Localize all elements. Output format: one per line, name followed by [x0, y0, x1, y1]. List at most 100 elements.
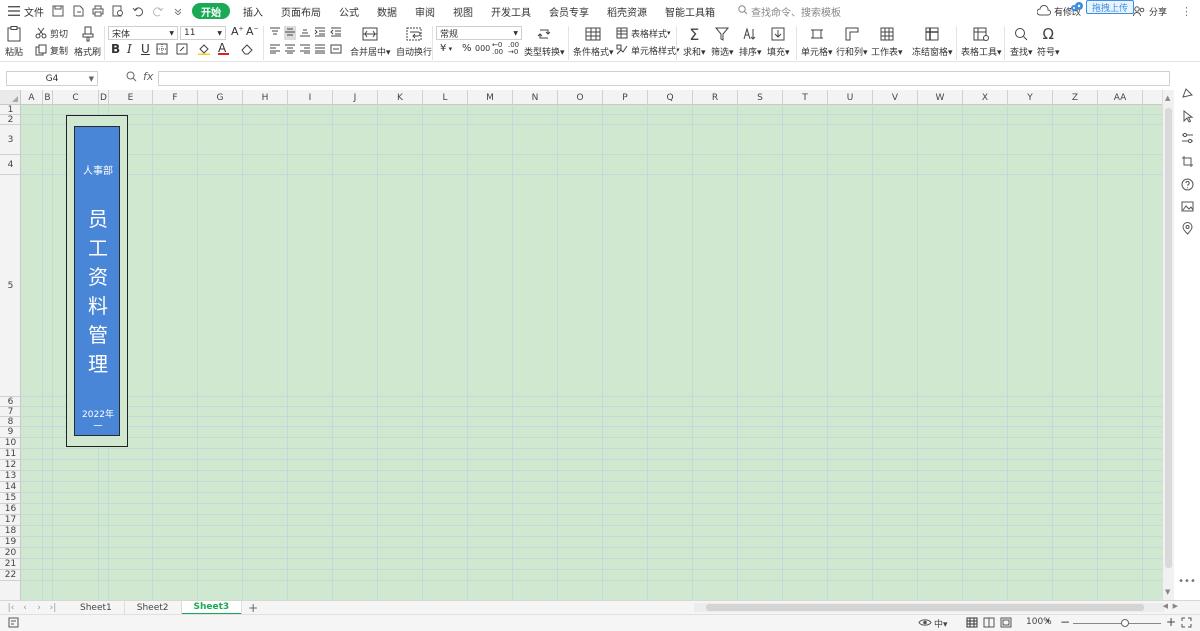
column-header[interactable]: F [153, 90, 198, 105]
column-header[interactable]: T [783, 90, 828, 105]
decrease-font-icon[interactable]: A− [246, 25, 259, 38]
eye-protection-icon[interactable] [918, 617, 932, 628]
number-format-select[interactable]: 常规 ▼ [436, 26, 522, 40]
vertical-scrollbar[interactable]: ▲ ▼ [1162, 90, 1174, 600]
formula-input[interactable] [158, 71, 1170, 86]
ribbon-tab-4[interactable]: 数据 [368, 0, 406, 22]
column-header[interactable]: A [21, 90, 43, 105]
merge-center-button[interactable]: 合并居中▾ [350, 24, 391, 58]
row-header[interactable]: 1 [0, 105, 21, 115]
column-header[interactable]: P [603, 90, 648, 105]
indent-icon[interactable] [314, 26, 326, 40]
paste-button[interactable]: 粘贴 [4, 24, 24, 58]
row-header[interactable]: 13 [0, 471, 21, 482]
style-icon[interactable] [1179, 84, 1195, 100]
row-header[interactable]: 16 [0, 504, 21, 515]
sum-button[interactable]: Σ 求和▾ [683, 24, 706, 59]
percent-button[interactable]: % [462, 43, 472, 54]
zoom-slider-track[interactable] [1073, 619, 1161, 627]
row-header[interactable]: 3 [0, 125, 21, 155]
fullscreen-icon[interactable] [1181, 617, 1192, 628]
next-sheet-icon[interactable]: › [32, 603, 46, 613]
outdent-icon[interactable] [330, 26, 342, 40]
conditional-format-button[interactable]: 条件格式▾ [573, 24, 614, 58]
horizontal-scrollbar[interactable] [694, 603, 1164, 612]
vertical-scroll-thumb[interactable] [1165, 108, 1172, 568]
save-icon[interactable] [50, 3, 66, 19]
upload-button[interactable]: 拖拽上传 [1086, 0, 1134, 14]
row-header[interactable]: 21 [0, 559, 21, 570]
increase-font-icon[interactable]: A+ [231, 25, 244, 38]
zoom-in-button[interactable]: + [1166, 615, 1176, 629]
help-icon[interactable] [1179, 176, 1195, 192]
print-icon[interactable] [90, 3, 106, 19]
cover-card[interactable]: 人事部 员工资料管理 2022年 一 [74, 126, 120, 436]
column-header[interactable]: U [828, 90, 873, 105]
align-top-icon[interactable] [269, 26, 281, 40]
row-header[interactable]: 19 [0, 537, 21, 548]
copy-button[interactable]: 复制 [34, 43, 68, 57]
row-header[interactable]: 17 [0, 515, 21, 526]
ribbon-tab-0[interactable]: 开始 [192, 3, 230, 19]
column-header[interactable]: H [243, 90, 288, 105]
zoom-slider-thumb[interactable] [1120, 619, 1129, 627]
justify-icon[interactable] [314, 43, 326, 57]
zoom-search-icon[interactable] [126, 71, 137, 85]
zoom-out-button[interactable]: − [1060, 615, 1070, 629]
ribbon-tab-8[interactable]: 会员专享 [540, 0, 598, 22]
worksheet-button[interactable]: 工作表▾ [871, 24, 903, 58]
row-header[interactable]: 15 [0, 493, 21, 504]
scroll-right-icon[interactable]: ▶ [1173, 602, 1178, 610]
page-layout-view-icon[interactable] [1000, 617, 1012, 628]
more-options-icon[interactable]: ⋮ [1181, 5, 1192, 18]
print-preview-icon[interactable] [110, 3, 126, 19]
column-header[interactable]: I [288, 90, 333, 105]
column-header[interactable]: N [513, 90, 558, 105]
share-button[interactable]: 分享 [1149, 5, 1167, 18]
last-sheet-icon[interactable]: ›| [46, 603, 60, 613]
clear-format-icon[interactable] [240, 43, 254, 58]
column-header[interactable]: R [693, 90, 738, 105]
format-painter-button[interactable]: 格式刷 [74, 24, 101, 58]
row-header[interactable]: 12 [0, 460, 21, 471]
row-header[interactable]: 7 [0, 407, 21, 417]
input-method-icon[interactable]: 中▾ [934, 617, 948, 630]
scroll-down-icon[interactable]: ▼ [1165, 588, 1170, 596]
column-header[interactable]: C [53, 90, 99, 105]
column-header[interactable]: J [333, 90, 378, 105]
redo-icon[interactable] [150, 3, 166, 19]
column-header[interactable]: V [873, 90, 918, 105]
column-header[interactable]: K [378, 90, 423, 105]
cell-button[interactable]: 单元格▾ [801, 24, 833, 58]
sheet-tab-0[interactable]: Sheet1 [68, 600, 125, 615]
ribbon-tab-3[interactable]: 公式 [330, 0, 368, 22]
table-tools-button[interactable]: 表格工具▾ [961, 24, 1002, 58]
fx-button[interactable]: fx [143, 70, 153, 83]
image-tool-icon[interactable] [1179, 198, 1195, 214]
row-header[interactable]: 18 [0, 526, 21, 537]
border-icon[interactable] [156, 43, 170, 58]
type-convert-button[interactable]: 类型转换▾ [524, 24, 565, 58]
more-horizontal-icon[interactable]: ••• [1178, 573, 1196, 589]
font-size-select[interactable]: 11 ▼ [180, 26, 226, 40]
italic-button[interactable]: I [127, 42, 132, 56]
row-header[interactable]: 2 [0, 115, 21, 125]
scroll-up-icon[interactable]: ▲ [1165, 94, 1170, 102]
sliders-icon[interactable] [1179, 130, 1195, 146]
table-style-button[interactable]: 表格样式 ▾ [615, 26, 671, 40]
column-header[interactable]: Z [1053, 90, 1098, 105]
sheet-tab-2[interactable]: Sheet3 [181, 600, 243, 615]
row-header[interactable]: 10 [0, 438, 21, 449]
align-center-icon[interactable] [284, 43, 296, 57]
filter-button[interactable]: 筛选▾ [711, 24, 734, 58]
cloud-sync-icon[interactable] [1036, 3, 1052, 19]
column-header[interactable]: D [99, 90, 109, 105]
thousands-button[interactable]: 000 [475, 44, 490, 53]
freeze-panes-button[interactable]: 冻结窗格▾ [912, 24, 953, 58]
row-header[interactable]: 6 [0, 397, 21, 407]
row-header[interactable]: 22 [0, 570, 21, 581]
row-col-button[interactable]: 行和列▾ [836, 24, 868, 58]
align-bottom-icon[interactable] [299, 26, 311, 40]
ribbon-tab-7[interactable]: 开发工具 [482, 0, 540, 22]
increase-decimal-icon[interactable]: ←0.00 [492, 42, 503, 56]
